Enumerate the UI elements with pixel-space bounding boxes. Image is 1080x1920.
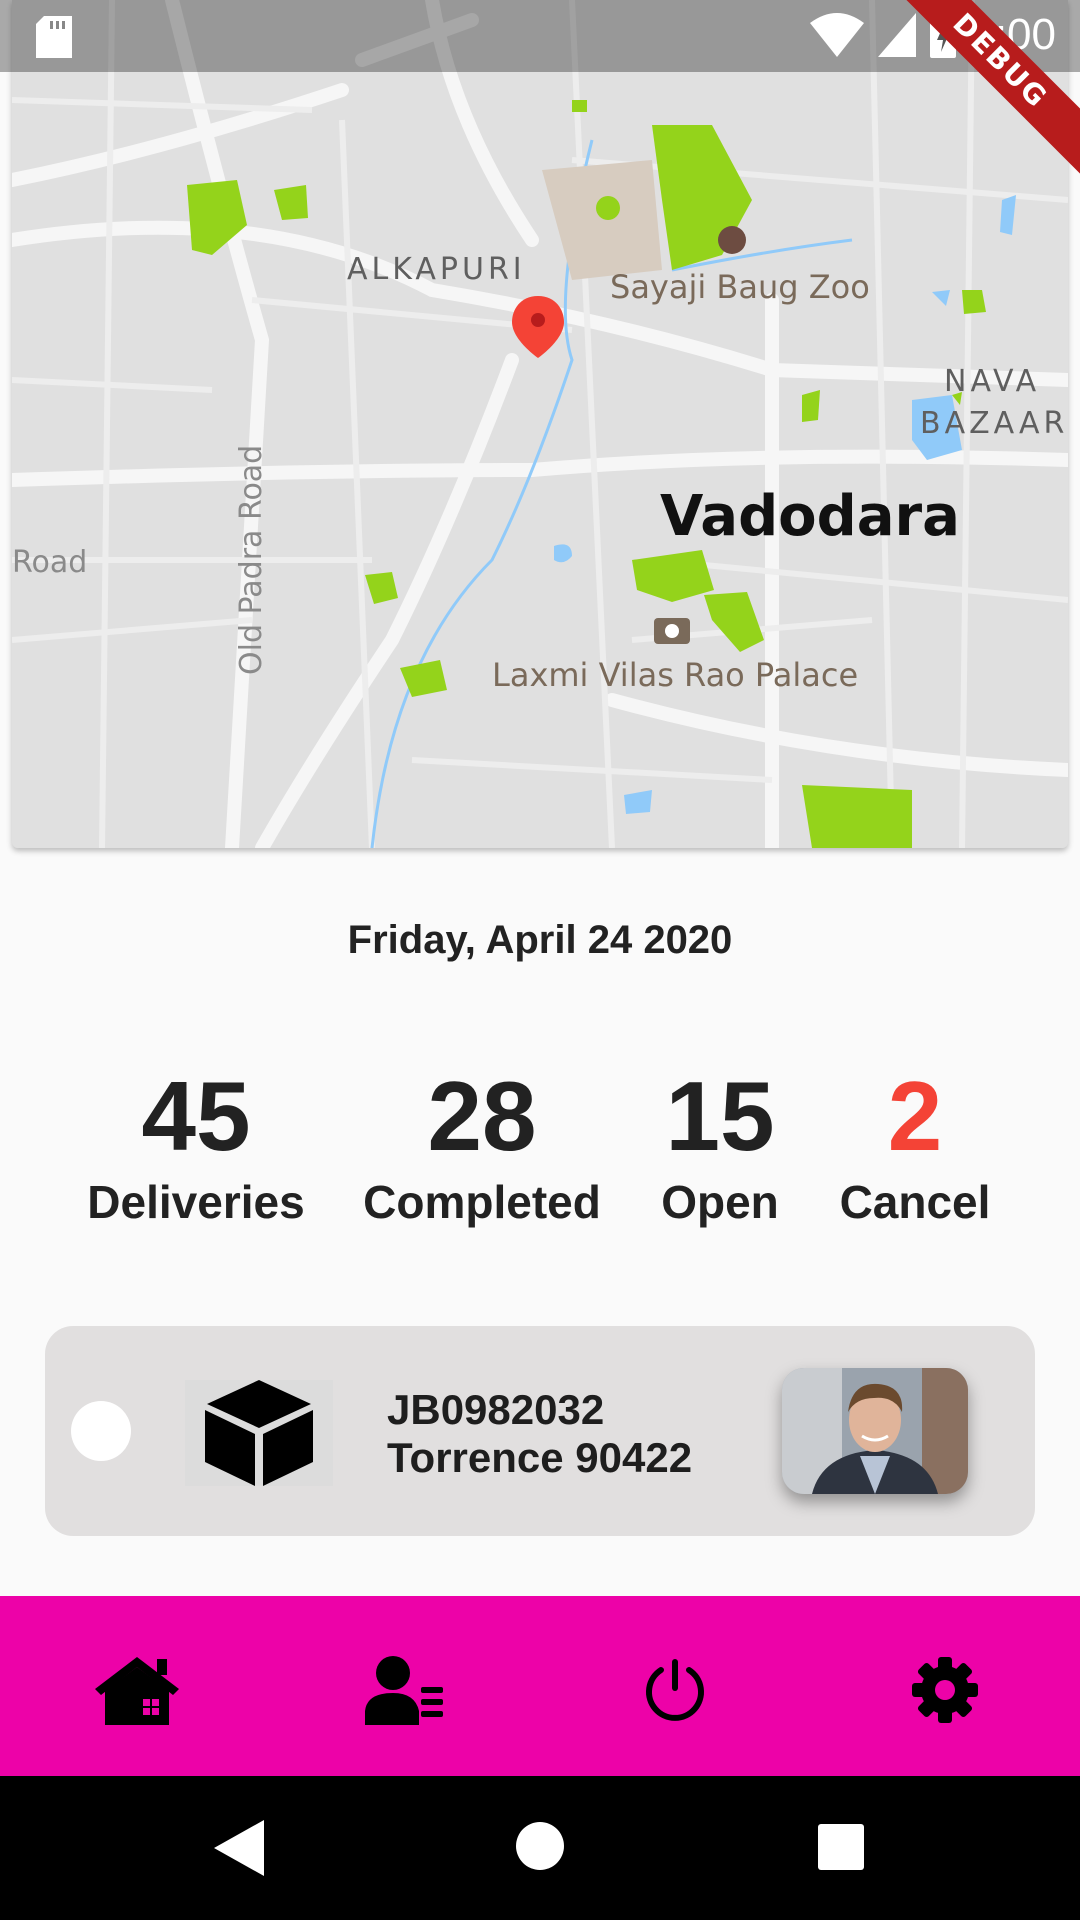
avatar[interactable] xyxy=(782,1368,968,1494)
delivery-id: JB0982032 xyxy=(387,1386,605,1433)
delivery-card[interactable]: JB0982032 Torrence 90422 xyxy=(45,1326,1035,1536)
stat-label: Completed xyxy=(363,1176,601,1228)
bottom-navigation xyxy=(0,1596,1080,1776)
power-icon[interactable] xyxy=(630,1650,720,1730)
delivery-location: Torrence 90422 xyxy=(387,1434,693,1481)
stat-label: Open xyxy=(661,1176,779,1228)
stat-value: 45 xyxy=(141,1061,251,1171)
user-list-icon[interactable] xyxy=(360,1650,450,1730)
stat-deliveries: 45 Deliveries xyxy=(86,1060,306,1232)
stat-label: Cancel xyxy=(839,1176,991,1228)
wifi-icon xyxy=(810,13,865,57)
stat-cancel: 2 Cancel xyxy=(832,1060,998,1232)
stat-value: 15 xyxy=(665,1061,775,1171)
system-navigation-bar xyxy=(0,1776,1080,1920)
stat-open: 15 Open xyxy=(650,1060,790,1232)
map-label-road: Road xyxy=(12,545,88,580)
map-label-old-padra-road: Old Padra Road xyxy=(234,444,269,675)
map-label-nava: NAVA xyxy=(944,364,1041,399)
map-label-zoo: Sayaji Baug Zoo xyxy=(610,268,870,306)
recents-icon[interactable] xyxy=(818,1824,864,1870)
map-view[interactable]: ALKAPURI Sayaji Baug Zoo NAVA BAZAAR Vad… xyxy=(12,0,1068,848)
back-icon[interactable] xyxy=(214,1820,264,1876)
stat-value: 28 xyxy=(427,1061,537,1171)
map-label-alkapuri: ALKAPURI xyxy=(347,252,526,287)
stat-label: Deliveries xyxy=(87,1176,305,1228)
stat-completed: 28 Completed xyxy=(360,1060,604,1232)
sd-card-icon xyxy=(36,16,72,58)
map-label-bazaar: BAZAAR xyxy=(920,406,1068,441)
stats-row: 45 Deliveries 28 Completed 15 Open 2 Can… xyxy=(0,1060,1080,1240)
map-canvas xyxy=(12,0,1068,848)
package-icon xyxy=(185,1380,333,1486)
home-icon[interactable] xyxy=(92,1650,182,1730)
map-label-palace: Laxmi Vilas Rao Palace xyxy=(492,656,859,694)
delivery-info: JB0982032 Torrence 90422 xyxy=(387,1386,692,1482)
signal-icon xyxy=(878,13,917,57)
map-label-city: Vadodara xyxy=(660,484,960,549)
select-radio[interactable] xyxy=(71,1401,131,1461)
home-circle-icon[interactable] xyxy=(514,1820,566,1872)
settings-icon[interactable] xyxy=(900,1650,990,1730)
stat-value: 2 xyxy=(887,1061,943,1171)
current-date: Friday, April 24 2020 xyxy=(347,918,733,962)
